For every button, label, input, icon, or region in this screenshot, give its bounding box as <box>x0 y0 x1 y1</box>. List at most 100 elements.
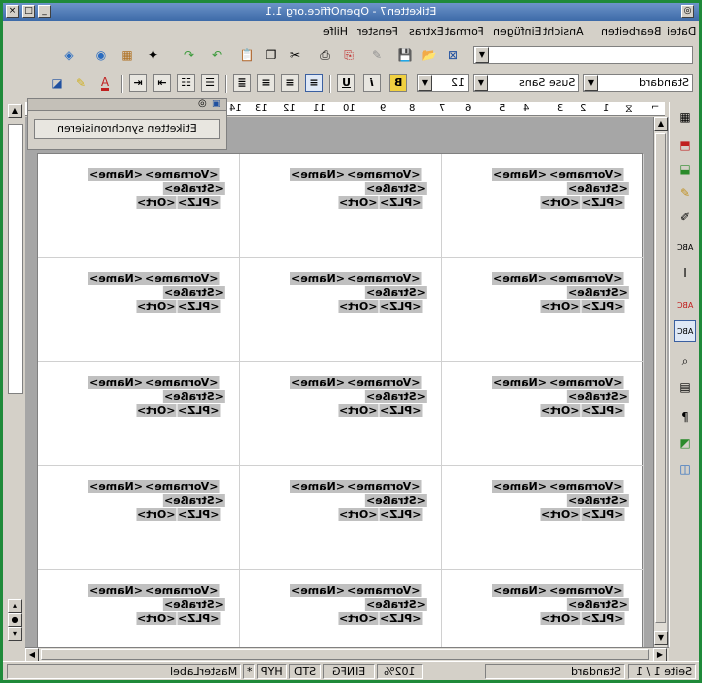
mail-merge-field[interactable]: <Vorname> <box>144 584 220 597</box>
mail-merge-field[interactable]: <Ort> <box>540 612 581 625</box>
mail-merge-field[interactable]: <PLZ> <box>378 196 422 209</box>
print-icon[interactable]: ⎙ <box>315 45 335 65</box>
auto-spellcheck-icon[interactable]: ABC <box>674 294 696 316</box>
mail-merge-field[interactable]: <Vorname> <box>144 376 220 389</box>
stop-load-icon[interactable]: ⊠ <box>443 45 463 65</box>
mail-merge-field[interactable]: <Straße> <box>365 598 427 611</box>
mail-merge-field[interactable]: <Name> <box>492 272 549 285</box>
mail-merge-field[interactable]: <Name> <box>88 376 145 389</box>
ruler-corner-button[interactable]: ▲ <box>8 104 22 118</box>
decrease-indent-button[interactable]: ⇤ <box>153 74 171 92</box>
status-page-style[interactable]: Standard <box>485 664 625 679</box>
scroll-up-button[interactable]: ▲ <box>654 117 668 131</box>
menu-fenster[interactable]: Fenster <box>357 25 398 38</box>
label-cell[interactable]: <Name> <Vorname> <Straße> <Ort> <PLZ> <box>240 154 442 258</box>
mail-merge-field[interactable]: <Ort> <box>540 404 581 417</box>
mail-merge-field[interactable]: <Straße> <box>567 182 629 195</box>
mail-merge-field[interactable]: <Name> <box>88 480 145 493</box>
status-insert-mode[interactable]: EINFG <box>323 664 375 679</box>
mail-merge-field[interactable]: <Name> <box>88 168 145 181</box>
mail-merge-field[interactable]: <Ort> <box>338 612 379 625</box>
mail-merge-field[interactable]: <Vorname> <box>548 480 624 493</box>
mail-merge-field[interactable]: <Ort> <box>540 508 581 521</box>
redo-icon[interactable]: ↷ <box>179 45 199 65</box>
mail-merge-field[interactable]: <Straße> <box>163 286 225 299</box>
mail-merge-field[interactable]: <PLZ> <box>176 196 220 209</box>
label-cell[interactable]: <Name> <Vorname> <Straße> <Ort> <PLZ> <box>442 466 644 570</box>
align-center-button[interactable]: ≡ <box>281 74 299 92</box>
font-name-arrow[interactable]: ▼ <box>474 75 488 91</box>
prev-page-button[interactable]: ▴ <box>8 599 22 613</box>
mail-merge-field[interactable]: <Ort> <box>136 196 177 209</box>
menu-hilfe[interactable]: Hilfe <box>323 25 348 38</box>
mail-merge-field[interactable]: <PLZ> <box>580 300 624 313</box>
mail-merge-field[interactable]: <PLZ> <box>378 508 422 521</box>
mail-merge-field[interactable]: <Vorname> <box>346 376 422 389</box>
mail-merge-field[interactable]: <Straße> <box>567 598 629 611</box>
mail-merge-field[interactable]: <Name> <box>290 168 347 181</box>
mail-merge-field[interactable]: <Ort> <box>136 508 177 521</box>
mail-merge-field[interactable]: <Name> <box>290 272 347 285</box>
underline-button[interactable]: U <box>337 74 355 92</box>
label-cell[interactable]: <Name> <Vorname> <Straße> <Ort> <PLZ> <box>38 258 240 362</box>
mail-merge-field[interactable]: <PLZ> <box>176 404 220 417</box>
mail-merge-field[interactable]: <Straße> <box>365 182 427 195</box>
status-selection-mode[interactable]: STD <box>289 664 321 679</box>
mail-merge-field[interactable]: <Vorname> <box>346 584 422 597</box>
mail-merge-field[interactable]: <Ort> <box>338 300 379 313</box>
mail-merge-field[interactable]: <Vorname> <box>548 376 624 389</box>
data-source-icon[interactable]: ▤ <box>674 376 696 398</box>
status-page[interactable]: Seite 1 / 1 <box>628 664 696 679</box>
mail-merge-field[interactable]: <Straße> <box>567 390 629 403</box>
menu-einfuegen[interactable]: Einfügen <box>493 25 542 38</box>
mail-merge-field[interactable]: <Name> <box>492 584 549 597</box>
mail-merge-field[interactable]: <Straße> <box>163 182 225 195</box>
navigation-button[interactable]: ● <box>8 613 22 627</box>
text-boundaries-icon[interactable]: ABC <box>674 320 696 342</box>
cut-icon[interactable]: ✂ <box>285 45 305 65</box>
formatting-marks-icon[interactable]: ¶ <box>674 406 696 428</box>
mail-merge-field[interactable]: <Ort> <box>540 300 581 313</box>
mail-merge-field[interactable]: <Straße> <box>163 494 225 507</box>
mail-merge-field[interactable]: <PLZ> <box>176 612 220 625</box>
sync-labels-window-titlebar[interactable]: ▣ ◎ <box>28 98 226 111</box>
increase-indent-button[interactable]: ⇥ <box>129 74 147 92</box>
mail-merge-field[interactable]: <Straße> <box>163 598 225 611</box>
scroll-right-button[interactable]: ▶ <box>653 648 667 662</box>
menu-datei[interactable]: Datei <box>667 25 696 38</box>
mail-merge-field[interactable]: <Straße> <box>365 390 427 403</box>
mail-merge-field[interactable]: <Vorname> <box>346 272 422 285</box>
mail-merge-field[interactable]: <Name> <box>492 480 549 493</box>
mail-merge-field[interactable]: <Vorname> <box>346 168 422 181</box>
sync-labels-button[interactable]: Etiketten synchronisieren <box>34 119 220 139</box>
font-color-icon[interactable]: A <box>95 73 115 93</box>
url-dropdown-arrow[interactable]: ▼ <box>475 47 489 63</box>
mail-merge-field[interactable]: <PLZ> <box>378 404 422 417</box>
find-replace-icon[interactable]: ⌕ <box>674 350 696 372</box>
mail-merge-field[interactable]: <Name> <box>290 480 347 493</box>
window-icon[interactable]: ◎ <box>681 5 694 18</box>
font-name-box[interactable]: Suse Sans <box>473 74 579 92</box>
url-field[interactable] <box>473 46 693 64</box>
mail-merge-field[interactable]: <PLZ> <box>580 404 624 417</box>
online-layout-icon[interactable]: ◫ <box>674 458 696 480</box>
mail-merge-field[interactable]: <Name> <box>88 584 145 597</box>
mail-merge-field[interactable]: <Straße> <box>163 390 225 403</box>
mail-merge-field[interactable]: <Name> <box>290 376 347 389</box>
spellcheck-icon[interactable]: ABC <box>674 236 696 258</box>
menu-ansicht[interactable]: Ansicht <box>543 25 584 38</box>
mail-merge-field[interactable]: <Name> <box>492 168 549 181</box>
tab-stop-selector[interactable]: ⌐ <box>651 102 659 113</box>
paste-icon[interactable]: 📋 <box>237 45 257 65</box>
mail-merge-field[interactable]: <Vorname> <box>144 480 220 493</box>
document-area[interactable]: <Name> <Vorname> <Straße> <Ort> <PLZ> <Name> <… <box>25 117 669 674</box>
open-icon[interactable]: 📂 <box>419 45 439 65</box>
mail-merge-field[interactable]: <Ort> <box>338 508 379 521</box>
mail-merge-field[interactable]: <Name> <box>88 272 145 285</box>
edit-file-icon[interactable]: ✎ <box>367 45 387 65</box>
mail-merge-field[interactable]: <Straße> <box>365 494 427 507</box>
label-cell[interactable]: <Name> <Vorname> <Straße> <Ort> <PLZ> <box>38 466 240 570</box>
label-cell[interactable]: <Name> <Vorname> <Straße> <Ort> <PLZ> <box>38 154 240 258</box>
mail-merge-field[interactable]: <Ort> <box>540 196 581 209</box>
insert-object-icon[interactable]: ⬒ <box>674 134 696 156</box>
